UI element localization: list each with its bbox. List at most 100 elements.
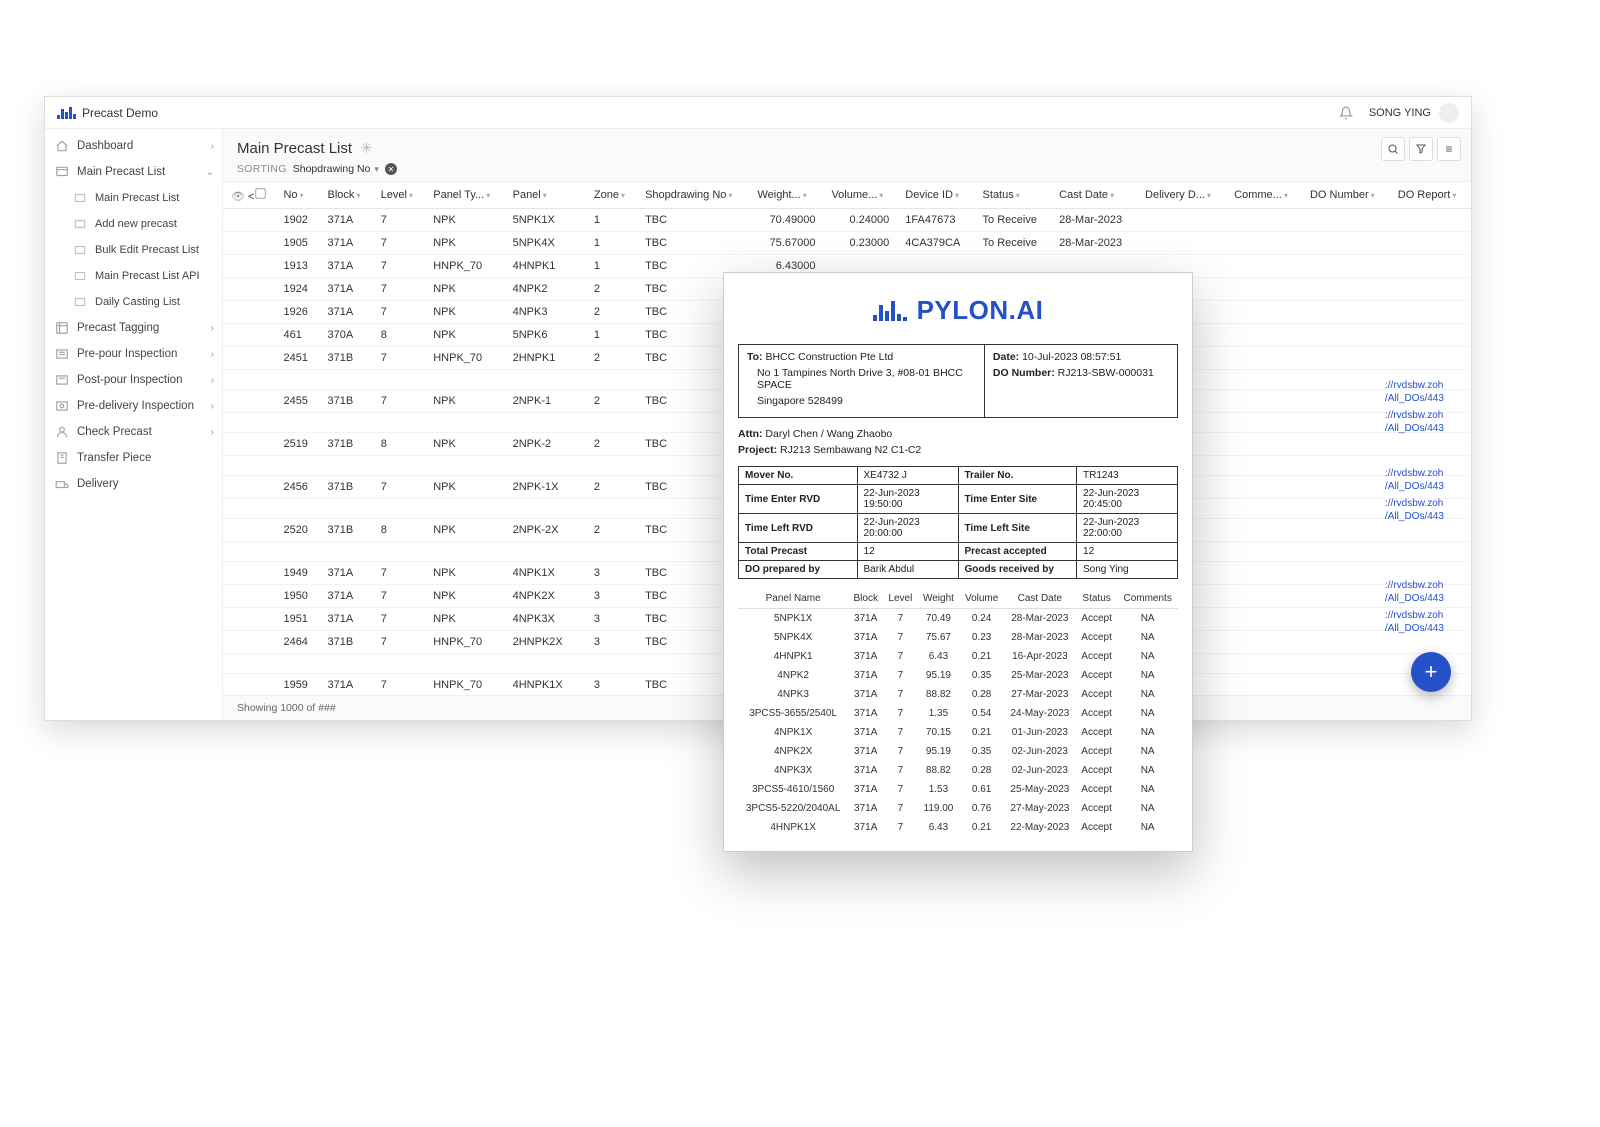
column-header[interactable]: DO Number▾: [1302, 182, 1390, 209]
column-header[interactable]: Weight...▾: [750, 182, 824, 209]
sidebar-subitem[interactable]: Main Precast List API: [45, 263, 222, 289]
do-link[interactable]: /All_DOs/443: [1385, 510, 1465, 523]
sidebar-item[interactable]: Transfer Piece: [45, 445, 222, 471]
add-fab-button[interactable]: +: [1411, 652, 1451, 692]
panel-row: 3PCS5-4610/1560371A71.530.6125-May-2023A…: [738, 780, 1178, 799]
panel-row: 3PCS5-3655/2540L371A71.350.5424-May-2023…: [738, 704, 1178, 723]
column-header[interactable]: Panel Ty...▾: [425, 182, 504, 209]
logo-icon: [57, 107, 76, 119]
sidebar-item[interactable]: Delivery: [45, 471, 222, 497]
sidebar-item[interactable]: Pre-pour Inspection ›: [45, 341, 222, 367]
panel-row: 3PCS5-5220/2040AL371A7119.000.7627-May-2…: [738, 799, 1178, 818]
chevron-icon: ›: [211, 141, 214, 152]
sidebar-subitem[interactable]: Main Precast List: [45, 185, 222, 211]
menu-button[interactable]: ≡: [1437, 137, 1461, 161]
sidebar-item-label: Pre-delivery Inspection: [77, 400, 194, 412]
do-report-window: PYLON.AI To: BHCC Construction Pte Ltd N…: [723, 272, 1193, 852]
sidebar-item-label: Precast Tagging: [77, 322, 159, 334]
do-link[interactable]: /All_DOs/443: [1385, 592, 1465, 605]
panel-column-header: Block: [848, 589, 883, 609]
sidebar-item-label: Main Precast List: [77, 166, 165, 178]
sidebar-item[interactable]: Post-pour Inspection›: [45, 367, 222, 393]
sidebar-icon: [55, 451, 69, 465]
table-row[interactable]: 1902371A7NPK5NPK1X1TBC70.490000.240001FA…: [223, 209, 1471, 232]
project-line: Project: RJ213 Sembawang N2 C1-C2: [738, 444, 1178, 456]
sidebar-icon: [73, 191, 87, 205]
filter-button[interactable]: [1409, 137, 1433, 161]
eye-icon[interactable]: 👁: [231, 191, 245, 203]
sidebar-icon: [55, 425, 69, 439]
sort-chip[interactable]: Shopdrawing No ▾: [293, 163, 379, 175]
sidebar-item-label: Add new precast: [95, 218, 177, 230]
do-link[interactable]: ://rvdsbw.zoh: [1385, 379, 1465, 392]
chevron-icon: ⌄: [206, 167, 214, 178]
chevron-icon: ›: [211, 349, 214, 360]
sidebar-item[interactable]: Dashboard›: [45, 133, 222, 159]
do-link[interactable]: /All_DOs/443: [1385, 392, 1465, 405]
panel-column-header: Level: [883, 589, 917, 609]
star-icon[interactable]: ✳: [360, 140, 373, 157]
do-link[interactable]: ://rvdsbw.zoh: [1385, 609, 1465, 622]
sidebar-item-label: Delivery: [77, 478, 119, 490]
user-name[interactable]: SONG YING: [1369, 107, 1431, 119]
sidebar-item-label: Pre-pour Inspection: [77, 348, 177, 360]
column-header[interactable]: DO Report▾: [1390, 182, 1471, 209]
panel-row: 4HNPK1X371A76.430.2122-May-2023AcceptNA: [738, 818, 1178, 837]
column-header[interactable]: Volume...▾: [823, 182, 897, 209]
do-link[interactable]: /All_DOs/443: [1385, 480, 1465, 493]
sidebar-item[interactable]: Precast Tagging›: [45, 315, 222, 341]
sort-clear-icon[interactable]: ✕: [385, 163, 397, 175]
sort-bar: SORTING Shopdrawing No ▾ ✕: [223, 161, 1471, 181]
column-header[interactable]: Delivery D...▾: [1137, 182, 1226, 209]
column-header[interactable]: Level▾: [373, 182, 426, 209]
do-link[interactable]: ://rvdsbw.zoh: [1385, 579, 1465, 592]
topbar: Precast Demo SONG YING: [45, 97, 1471, 129]
sidebar-item-label: Post-pour Inspection: [77, 374, 182, 386]
meta-table: Mover No.XE4732 JTrailer No.TR1243Time E…: [738, 466, 1178, 579]
do-link[interactable]: ://rvdsbw.zoh: [1385, 409, 1465, 422]
panel-row: 4NPK3371A788.820.2827-Mar-2023AcceptNA: [738, 685, 1178, 704]
sidebar-subitem[interactable]: Add new precast: [45, 211, 222, 237]
sidebar-item-label: Check Precast: [77, 426, 152, 438]
sidebar-item-label: Daily Casting List: [95, 296, 180, 308]
sidebar-item[interactable]: Check Precast›: [45, 419, 222, 445]
panel-column-header: Comments: [1117, 589, 1178, 609]
column-header[interactable]: Comme...▾: [1226, 182, 1302, 209]
sidebar-subitem[interactable]: Daily Casting List: [45, 289, 222, 315]
sidebar-item-label: Transfer Piece: [77, 452, 151, 464]
sidebar-icon: [55, 347, 69, 361]
sidebar-item[interactable]: Pre-delivery Inspection›: [45, 393, 222, 419]
column-header[interactable]: Device ID▾: [897, 182, 974, 209]
sidebar-item[interactable]: Main Precast List ⌄: [45, 159, 222, 185]
notification-bell-icon[interactable]: [1339, 106, 1353, 120]
column-header[interactable]: Cast Date▾: [1051, 182, 1137, 209]
do-link[interactable]: /All_DOs/443: [1385, 422, 1465, 435]
info-box: To: BHCC Construction Pte Ltd No 1 Tampi…: [738, 344, 1178, 418]
panel-column-header: Cast Date: [1004, 589, 1076, 609]
column-header[interactable]: Zone▾: [586, 182, 637, 209]
do-link[interactable]: ://rvdsbw.zoh: [1385, 497, 1465, 510]
avatar[interactable]: [1439, 103, 1459, 123]
do-link[interactable]: /All_DOs/443: [1385, 622, 1465, 635]
do-link[interactable]: ://rvdsbw.zoh: [1385, 467, 1465, 480]
panel-row: 4NPK1X371A770.150.2101-Jun-2023AcceptNA: [738, 723, 1178, 742]
sidebar-icon: [55, 399, 69, 413]
column-header[interactable]: Shopdrawing No▾: [637, 182, 749, 209]
action-icons: ≡: [1381, 137, 1461, 161]
table-row[interactable]: 1905371A7NPK5NPK4X1TBC75.670000.230004CA…: [223, 232, 1471, 255]
panel-row: 4NPK2X371A795.190.3502-Jun-2023AcceptNA: [738, 742, 1178, 761]
sidebar-icon: [73, 295, 87, 309]
sidebar-icon: [55, 165, 69, 179]
search-button[interactable]: [1381, 137, 1405, 161]
column-header[interactable]: Panel▾: [505, 182, 586, 209]
sidebar-icon: [55, 139, 69, 153]
app-title: Precast Demo: [82, 106, 158, 120]
column-header[interactable]: Block▾: [319, 182, 372, 209]
sidebar-icon: [55, 321, 69, 335]
panel-column-header: Status: [1076, 589, 1117, 609]
sidebar-icon: [55, 477, 69, 491]
sidebar-subitem[interactable]: Bulk Edit Precast List: [45, 237, 222, 263]
column-header[interactable]: Status▾: [975, 182, 1052, 209]
column-header[interactable]: No▾: [275, 182, 319, 209]
select-all-checkbox[interactable]: [256, 188, 266, 198]
